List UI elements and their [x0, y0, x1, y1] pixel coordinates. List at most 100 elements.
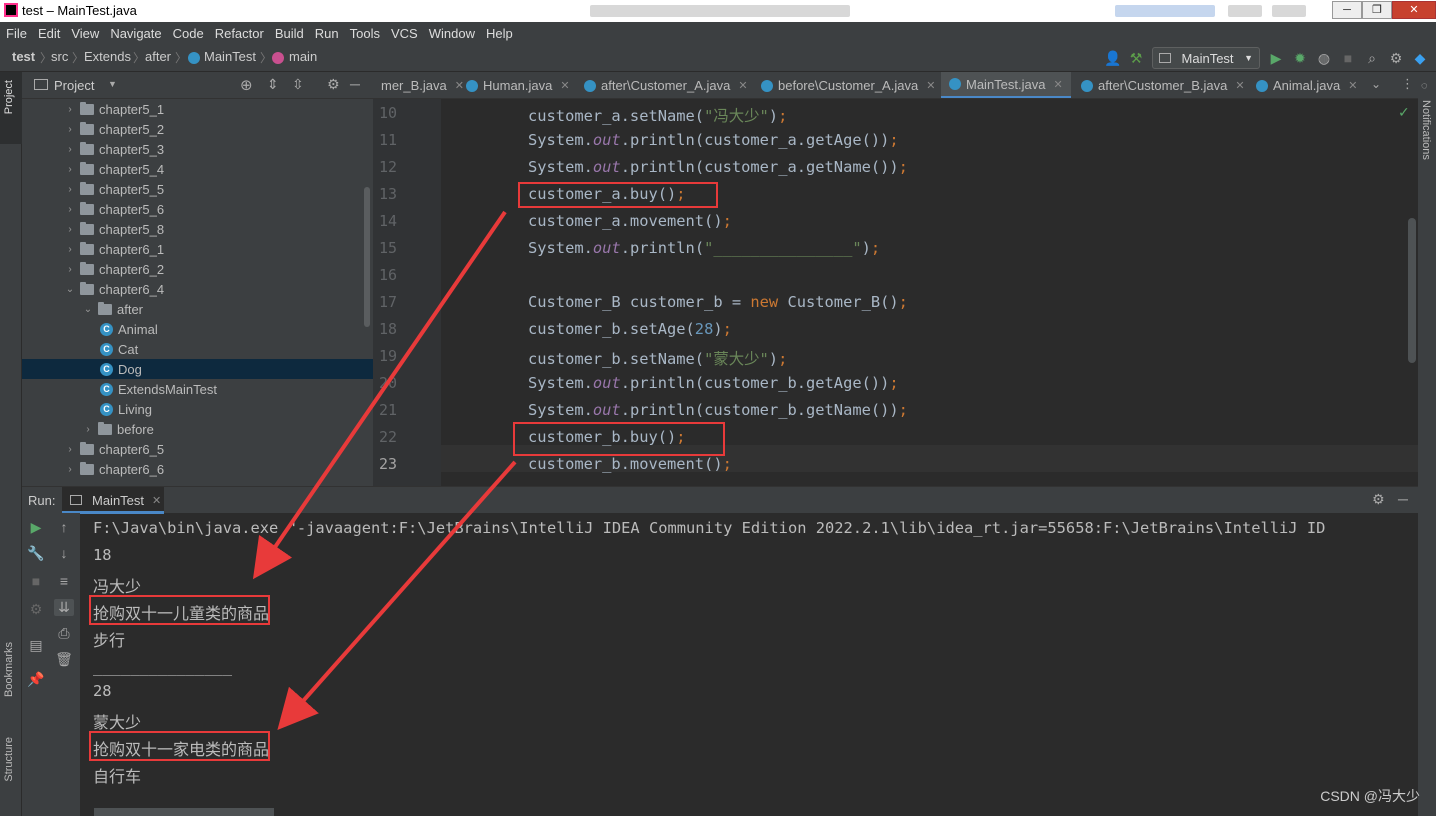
- editor-tab-3[interactable]: before\Customer_A.java ✕: [753, 72, 943, 98]
- menu-file[interactable]: File: [6, 26, 27, 41]
- arrow-up-icon[interactable]: ↑: [54, 519, 74, 535]
- notifications-tool-tab[interactable]: Notifications: [1420, 100, 1432, 160]
- structure-tool-tab[interactable]: Structure: [3, 737, 15, 782]
- chevron-right-icon[interactable]: ›: [64, 144, 76, 155]
- tree-item-chapter6_1[interactable]: › chapter6_1: [22, 239, 373, 259]
- editor-tab-1[interactable]: Human.java ✕: [458, 72, 578, 98]
- close-icon[interactable]: ✕: [926, 79, 935, 92]
- menu-help[interactable]: Help: [486, 26, 513, 41]
- chevron-down-icon[interactable]: ⌄: [64, 284, 76, 295]
- menu-edit[interactable]: Edit: [38, 26, 60, 41]
- soft-wrap-icon[interactable]: ≡: [54, 573, 74, 589]
- chevron-right-icon[interactable]: ›: [82, 424, 94, 435]
- chevron-right-icon[interactable]: ›: [64, 124, 76, 135]
- locate-icon[interactable]: ⊕: [240, 76, 253, 94]
- tree-item-cat[interactable]: C Cat: [22, 339, 373, 359]
- collapse-all-icon[interactable]: ⇳: [292, 76, 304, 93]
- print-icon[interactable]: ⎙: [54, 625, 74, 642]
- breadcrumb-after[interactable]: after: [145, 49, 171, 64]
- menu-tools[interactable]: Tools: [350, 26, 380, 41]
- wrench-icon[interactable]: 🔧: [26, 545, 46, 562]
- menu-build[interactable]: Build: [275, 26, 304, 41]
- chevron-right-icon[interactable]: ›: [64, 164, 76, 175]
- breadcrumb-main[interactable]: main: [289, 49, 317, 64]
- tree-item-animal[interactable]: C Animal: [22, 319, 373, 339]
- breadcrumb-extends[interactable]: Extends: [84, 49, 131, 64]
- tree-item-chapter6_4[interactable]: ⌄ chapter6_4: [22, 279, 373, 299]
- run-icon[interactable]: ▶: [1268, 50, 1284, 67]
- chevron-right-icon[interactable]: ›: [64, 464, 76, 475]
- chevron-down-icon[interactable]: ▼: [108, 79, 117, 89]
- tree-item-chapter5_4[interactable]: › chapter5_4: [22, 159, 373, 179]
- menu-refactor[interactable]: Refactor: [215, 26, 264, 41]
- chevron-right-icon[interactable]: ›: [64, 264, 76, 275]
- chevron-right-icon[interactable]: ›: [64, 244, 76, 255]
- close-button[interactable]: ✕: [1392, 1, 1436, 19]
- jetbrains-toolbox-icon[interactable]: ◆: [1412, 50, 1428, 67]
- tree-item-chapter5_3[interactable]: › chapter5_3: [22, 139, 373, 159]
- minimize-icon[interactable]: ─: [350, 76, 360, 92]
- hammer-icon[interactable]: ⚒: [1128, 50, 1144, 67]
- rerun-icon[interactable]: ▶: [26, 519, 46, 536]
- menu-window[interactable]: Window: [429, 26, 475, 41]
- close-icon[interactable]: ✕: [738, 79, 747, 92]
- exit-icon[interactable]: ⚙: [26, 601, 46, 618]
- expand-all-icon[interactable]: ⇕: [267, 76, 279, 93]
- more-icon[interactable]: ⋮: [1401, 76, 1414, 92]
- run-configuration-select[interactable]: MainTest ▼: [1152, 47, 1260, 69]
- tree-item-chapter6_5[interactable]: › chapter6_5: [22, 439, 373, 459]
- breadcrumb-project[interactable]: test: [12, 49, 35, 64]
- tree-item-after[interactable]: ⌄ after: [22, 299, 373, 319]
- console-horizontal-scrollbar[interactable]: [94, 808, 274, 816]
- tree-item-before[interactable]: › before: [22, 419, 373, 439]
- user-icon[interactable]: 👤: [1104, 50, 1121, 67]
- tree-item-chapter5_2[interactable]: › chapter5_2: [22, 119, 373, 139]
- gear-icon[interactable]: ⚙: [327, 76, 340, 93]
- scroll-to-end-icon[interactable]: ⇊: [54, 599, 74, 616]
- close-icon[interactable]: ✕: [1235, 79, 1244, 92]
- project-scrollbar[interactable]: [364, 187, 370, 327]
- editor-tab-5[interactable]: after\Customer_B.java ✕: [1073, 72, 1253, 98]
- tree-item-chapter6_2[interactable]: › chapter6_2: [22, 259, 373, 279]
- chevron-right-icon[interactable]: ›: [64, 224, 76, 235]
- menu-code[interactable]: Code: [173, 26, 204, 41]
- stop-icon[interactable]: ■: [26, 573, 46, 589]
- stop-icon[interactable]: ■: [1340, 50, 1356, 66]
- debug-icon[interactable]: ✹: [1292, 50, 1308, 67]
- chevron-right-icon[interactable]: ›: [64, 184, 76, 195]
- bookmarks-tool-tab[interactable]: Bookmarks: [3, 642, 15, 697]
- tree-item-chapter5_6[interactable]: › chapter5_6: [22, 199, 373, 219]
- editor-tab-6[interactable]: Animal.java ✕: [1248, 72, 1365, 98]
- close-icon[interactable]: ✕: [1053, 78, 1062, 91]
- breadcrumb-maintest[interactable]: MainTest: [204, 49, 256, 64]
- chevron-down-icon[interactable]: ⌄: [82, 304, 94, 315]
- coverage-icon[interactable]: ◍: [1316, 50, 1332, 67]
- tree-item-extendsmaintest[interactable]: C ExtendsMainTest: [22, 379, 373, 399]
- close-icon[interactable]: ✕: [560, 79, 569, 92]
- project-tool-tab[interactable]: Project: [3, 80, 15, 114]
- chevron-right-icon[interactable]: ›: [64, 444, 76, 455]
- tree-item-living[interactable]: C Living: [22, 399, 373, 419]
- trash-icon[interactable]: 🗑: [54, 651, 74, 668]
- tree-item-dog[interactable]: C Dog: [22, 359, 373, 379]
- project-view-title[interactable]: Project: [54, 78, 94, 93]
- minimize-icon[interactable]: ─: [1398, 491, 1408, 507]
- editor-tab-2[interactable]: after\Customer_A.java ✕: [576, 72, 756, 98]
- tree-item-chapter6_6[interactable]: › chapter6_6: [22, 459, 373, 479]
- search-icon[interactable]: ⌕: [1364, 50, 1380, 67]
- breadcrumb-src[interactable]: src: [51, 49, 68, 64]
- layout-icon[interactable]: ▤: [26, 637, 46, 654]
- maximize-button[interactable]: ❐: [1362, 1, 1392, 19]
- tree-item-chapter5_5[interactable]: › chapter5_5: [22, 179, 373, 199]
- close-icon[interactable]: ✕: [1348, 79, 1357, 92]
- editor-scrollbar[interactable]: [1408, 218, 1416, 363]
- menu-navigate[interactable]: Navigate: [110, 26, 161, 41]
- pin-icon[interactable]: 📌: [26, 671, 46, 688]
- chevron-down-icon[interactable]: ⌄: [1371, 77, 1381, 91]
- gear-icon[interactable]: ⚙: [1388, 50, 1404, 67]
- menu-run[interactable]: Run: [315, 26, 339, 41]
- menu-view[interactable]: View: [71, 26, 99, 41]
- gear-icon[interactable]: ⚙: [1372, 491, 1385, 508]
- tree-item-chapter5_8[interactable]: › chapter5_8: [22, 219, 373, 239]
- chevron-right-icon[interactable]: ›: [64, 204, 76, 215]
